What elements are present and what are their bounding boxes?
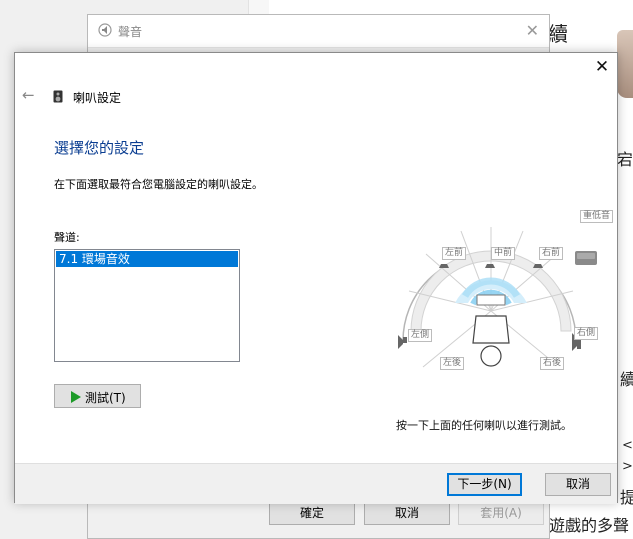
room-diagram: [398, 227, 597, 368]
dialog-title: 喇叭設定: [73, 91, 122, 105]
play-icon: [71, 391, 81, 403]
speaker-icon: [98, 23, 112, 37]
background-text: >: [622, 459, 633, 474]
cancel-button[interactable]: 取消: [364, 501, 450, 525]
speaker-diagram: 左前 中前 右前 重低音 左側 右側 左後 右後: [381, 191, 614, 391]
background-text: 續: [548, 22, 568, 46]
channels-label: 聲道:: [54, 231, 80, 244]
ok-button[interactable]: 確定: [269, 501, 355, 525]
apply-button[interactable]: 套用(A): [458, 501, 544, 525]
speaker-subwoofer[interactable]: 重低音: [580, 210, 614, 223]
background-text: 宕: [617, 150, 633, 169]
background-text: <: [622, 438, 633, 453]
speaker-setup-dialog: ✕ ← 喇叭設定 選擇您的設定 在下面選取最符合您電腦設定的喇叭設定。 聲道: …: [14, 52, 618, 504]
speaker-front-right[interactable]: 右前: [539, 247, 564, 260]
sound-window-title: 聲音: [118, 25, 143, 39]
background-text: 續: [620, 370, 633, 389]
speaker-front-left[interactable]: 左前: [442, 247, 467, 260]
list-item[interactable]: 7.1 環場音效: [56, 251, 238, 267]
background-text: 提: [620, 488, 633, 507]
speaker-side-left[interactable]: 左側: [408, 329, 433, 342]
background-text: 遊戲的多聲: [549, 516, 630, 535]
test-button[interactable]: 測試(T): [54, 384, 141, 408]
hint-text: 按一下上面的任何喇叭以進行測試。: [396, 419, 572, 432]
sound-window-titlebar: 聲音 ✕: [88, 15, 549, 48]
close-icon[interactable]: ✕: [526, 21, 539, 40]
speaker-icon: [53, 90, 63, 103]
back-arrow-icon[interactable]: ←: [22, 86, 35, 104]
next-button[interactable]: 下一步(N): [447, 473, 522, 496]
test-button-label: 測試(T): [85, 391, 126, 405]
speaker-side-right[interactable]: 右側: [574, 327, 599, 340]
dialog-footer: 下一步(N) 取消: [15, 463, 617, 504]
page-title: 選擇您的設定: [54, 139, 145, 157]
close-icon[interactable]: ✕: [591, 55, 613, 79]
instructions-text: 在下面選取最符合您電腦設定的喇叭設定。: [54, 178, 263, 191]
speaker-center[interactable]: 中前: [491, 247, 516, 260]
speaker-rear-right[interactable]: 右後: [540, 357, 565, 370]
channels-listbox[interactable]: 7.1 環場音效: [54, 249, 240, 362]
background-photo: [617, 30, 633, 98]
cancel-button[interactable]: 取消: [545, 473, 611, 496]
speaker-rear-left[interactable]: 左後: [440, 357, 465, 370]
